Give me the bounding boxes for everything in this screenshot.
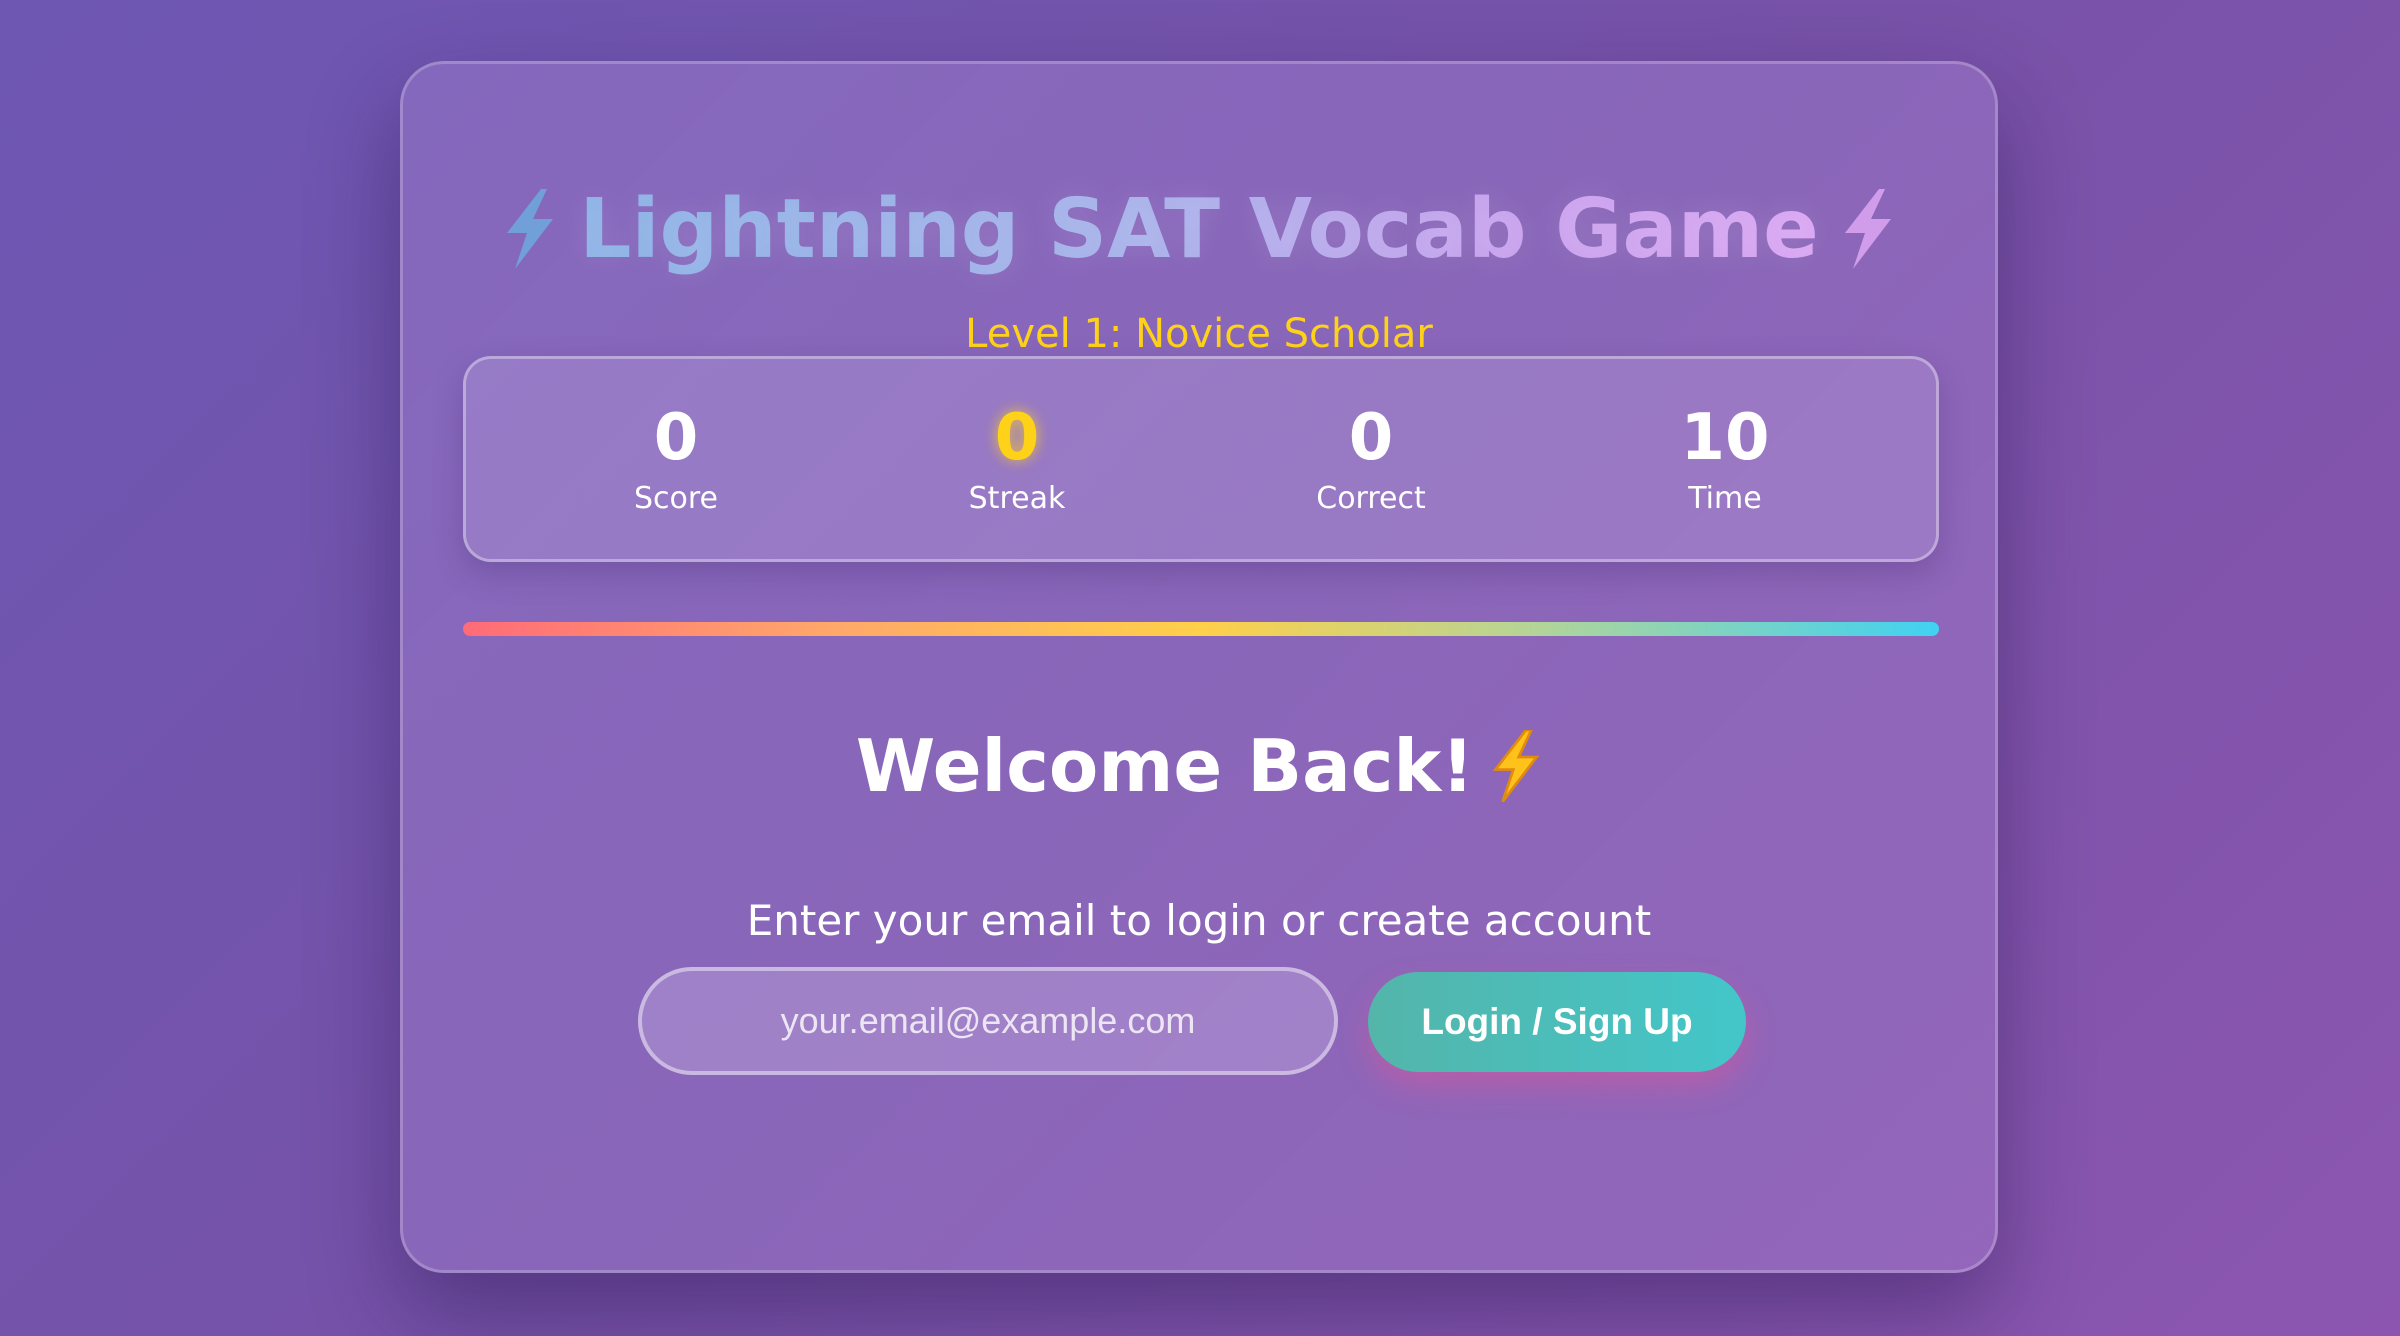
streak-value: 0	[994, 401, 1040, 475]
lightning-bolt-icon-left	[501, 188, 559, 269]
time-label: Time	[1688, 481, 1762, 516]
correct-value: 0	[1348, 401, 1394, 475]
correct-label: Correct	[1316, 481, 1426, 516]
stats-panel: 0 Score 0 Streak 0 Correct 10 Time	[463, 356, 1939, 562]
streak-label: Streak	[968, 481, 1066, 516]
stat-correct: 0 Correct	[1221, 401, 1521, 516]
email-input[interactable]	[638, 967, 1338, 1075]
welcome-text: Welcome Back!	[855, 724, 1475, 808]
score-label: Score	[633, 481, 719, 516]
login-subtitle: Enter your email to login or create acco…	[746, 896, 1652, 945]
lightning-bolt-icon-right	[1839, 188, 1897, 269]
login-signup-button[interactable]: Login / Sign Up	[1368, 972, 1746, 1072]
score-value: 0	[653, 401, 699, 475]
game-card: Lightning SAT Vocab Game Level 1: Novice…	[400, 61, 1998, 1273]
progress-bar	[463, 622, 1939, 636]
stat-score: 0 Score	[526, 401, 826, 516]
level-label: Level 1: Novice Scholar	[965, 311, 1433, 357]
stat-time: 10 Time	[1575, 401, 1875, 516]
title-text: Lightning SAT Vocab Game	[579, 182, 1819, 277]
welcome-heading: Welcome Back!	[403, 724, 1995, 808]
stat-streak: 0 Streak	[867, 401, 1167, 516]
game-title: Lightning SAT Vocab Game	[403, 182, 1995, 277]
lightning-bolt-icon	[1490, 730, 1542, 803]
time-value: 10	[1680, 401, 1770, 475]
